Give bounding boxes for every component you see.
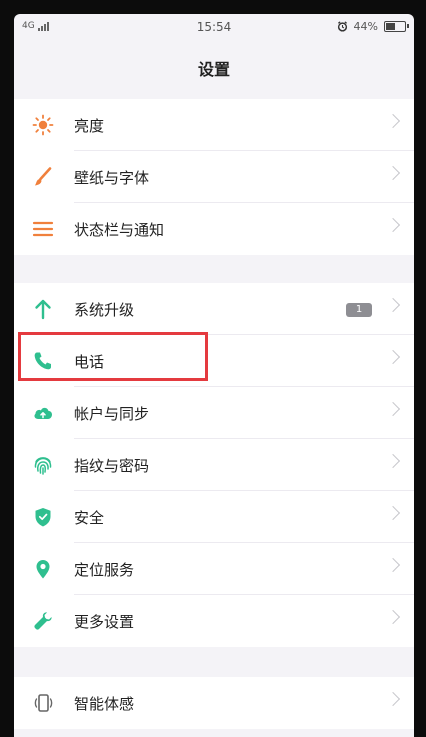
settings-item-location-services[interactable]: 定位服务 xyxy=(14,543,414,595)
status-right: 44% xyxy=(337,20,409,33)
fingerprint-icon xyxy=(32,454,54,476)
chevron-right-icon xyxy=(385,349,401,365)
sun-icon xyxy=(32,114,54,136)
settings-item-fingerprint-password[interactable]: 指纹与密码 xyxy=(14,439,414,491)
settings-item-wallpaper-font[interactable]: 壁纸与字体 xyxy=(14,151,414,203)
settings-item-label: 状态栏与通知 xyxy=(74,221,165,239)
settings-item-label: 壁纸与字体 xyxy=(74,169,150,187)
settings-item-accounts-sync[interactable]: 帐户与同步 xyxy=(14,387,414,439)
settings-group-smart: 智能体感 xyxy=(14,677,414,729)
chevron-right-icon xyxy=(385,165,401,181)
location-pin-icon xyxy=(32,558,54,580)
brush-icon xyxy=(32,166,54,188)
chevron-right-icon xyxy=(385,505,401,521)
settings-item-more-settings[interactable]: 更多设置 xyxy=(14,595,414,647)
chevron-right-icon xyxy=(385,401,401,417)
settings-item-label: 智能体感 xyxy=(74,695,135,713)
page-title: 设置 xyxy=(197,60,230,79)
settings-item-smart-motion[interactable]: 智能体感 xyxy=(14,677,414,729)
chevron-right-icon xyxy=(385,691,401,707)
chevron-right-icon xyxy=(385,557,401,573)
shield-icon xyxy=(32,506,54,528)
battery-percent: 44% xyxy=(353,20,378,33)
settings-item-label: 指纹与密码 xyxy=(74,457,150,475)
settings-item-label: 安全 xyxy=(74,509,105,527)
alarm-icon xyxy=(337,21,347,32)
wrench-icon xyxy=(32,610,54,632)
list-icon xyxy=(32,218,54,240)
settings-item-label: 定位服务 xyxy=(74,561,135,579)
settings-item-label: 更多设置 xyxy=(74,613,135,631)
settings-item-label: 亮度 xyxy=(74,117,105,135)
chevron-right-icon xyxy=(385,609,401,625)
arrow-up-icon xyxy=(32,298,54,320)
chevron-right-icon xyxy=(385,217,401,233)
cloud-icon xyxy=(32,402,54,424)
phone-gesture-icon xyxy=(32,692,54,714)
highlight-box xyxy=(18,332,208,381)
settings-item-label: 帐户与同步 xyxy=(74,405,150,423)
settings-item-brightness[interactable]: 亮度 xyxy=(14,99,414,151)
settings-item-statusbar-notifications[interactable]: 状态栏与通知 xyxy=(14,203,414,255)
settings-item-system-update[interactable]: 系统升级 1 xyxy=(14,283,414,335)
settings-item-label: 系统升级 xyxy=(74,301,135,319)
battery-icon xyxy=(384,21,409,32)
chevron-right-icon xyxy=(385,297,401,313)
chevron-right-icon xyxy=(385,453,401,469)
chevron-right-icon xyxy=(385,113,401,129)
settings-group-display: 亮度 壁纸与字体 状态栏与通知 xyxy=(14,99,414,255)
update-count-badge: 1 xyxy=(346,303,372,317)
settings-item-security[interactable]: 安全 xyxy=(14,491,414,543)
status-bar: 4G 15:54 44% xyxy=(14,14,414,42)
